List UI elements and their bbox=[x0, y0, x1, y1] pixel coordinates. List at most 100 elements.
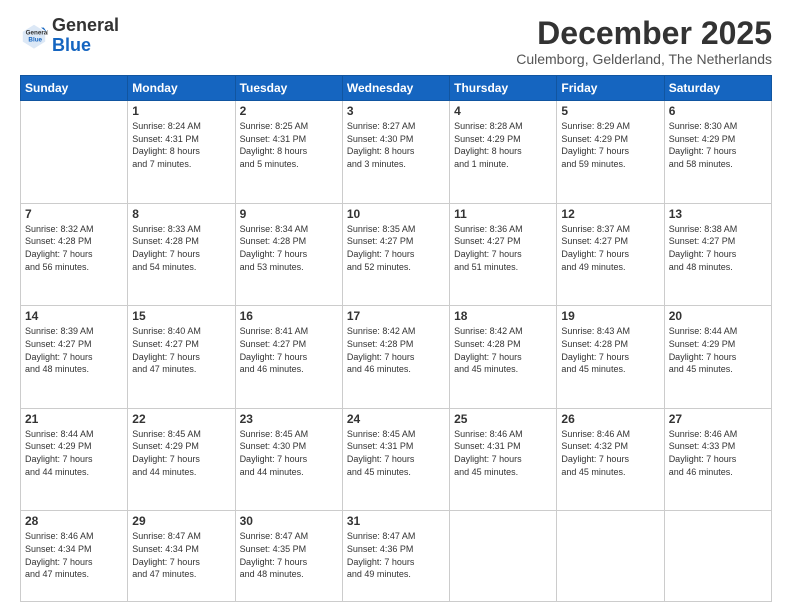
table-row: 11Sunrise: 8:36 AM Sunset: 4:27 PM Dayli… bbox=[450, 203, 557, 306]
day-number: 8 bbox=[132, 207, 230, 221]
day-info: Sunrise: 8:37 AM Sunset: 4:27 PM Dayligh… bbox=[561, 223, 659, 273]
day-info: Sunrise: 8:27 AM Sunset: 4:30 PM Dayligh… bbox=[347, 120, 445, 170]
table-row: 27 Sunrise: 8:46 AM Sunset: 4:33 PM Dayli… bbox=[664, 408, 771, 511]
day-number: 31 bbox=[347, 514, 445, 528]
day-number: 7 bbox=[25, 207, 123, 221]
table-row: 8 Sunrise: 8:33 AM Sunset: 4:28 PM Daylig… bbox=[128, 203, 235, 306]
day-number: 24 bbox=[347, 412, 445, 426]
calendar-table: Sunday Monday Tuesday Wednesday Thursday… bbox=[20, 75, 772, 602]
calendar-week-row: 14Sunrise: 8:39 AM Sunset: 4:27 PM Dayli… bbox=[21, 306, 772, 409]
table-row: 28Sunrise: 8:46 AM Sunset: 4:34 PM Dayli… bbox=[21, 511, 128, 602]
logo-blue-text: Blue bbox=[52, 35, 91, 55]
table-row bbox=[450, 511, 557, 602]
table-row: 6 Sunrise: 8:30 AM Sunset: 4:29 PM Daylig… bbox=[664, 101, 771, 204]
day-info: Sunrise: 8:46 AM Sunset: 4:34 PM Dayligh… bbox=[25, 530, 123, 580]
table-row bbox=[557, 511, 664, 602]
day-number: 17 bbox=[347, 309, 445, 323]
day-info: Sunrise: 8:38 AM Sunset: 4:27 PM Dayligh… bbox=[669, 223, 767, 273]
table-row: 31 Sunrise: 8:47 AM Sunset: 4:36 PM Dayli… bbox=[342, 511, 449, 602]
day-info: Sunrise: 8:42 AM Sunset: 4:28 PM Dayligh… bbox=[454, 325, 552, 375]
day-number: 9 bbox=[240, 207, 338, 221]
day-number: 6 bbox=[669, 104, 767, 118]
location-subtitle: Culemborg, Gelderland, The Netherlands bbox=[516, 51, 772, 67]
header-tuesday: Tuesday bbox=[235, 76, 342, 101]
table-row: 15Sunrise: 8:40 AM Sunset: 4:27 PM Dayli… bbox=[128, 306, 235, 409]
day-info: Sunrise: 8:30 AM Sunset: 4:29 PM Dayligh… bbox=[669, 120, 767, 170]
calendar-week-row: 21 Sunrise: 8:44 AM Sunset: 4:29 PM Dayli… bbox=[21, 408, 772, 511]
table-row: 26 Sunrise: 8:46 AM Sunset: 4:32 PM Dayli… bbox=[557, 408, 664, 511]
table-row: 2 Sunrise: 8:25 AM Sunset: 4:31 PM Daylig… bbox=[235, 101, 342, 204]
day-info: Sunrise: 8:46 AM Sunset: 4:33 PM Dayligh… bbox=[669, 428, 767, 478]
table-row: 7 Sunrise: 8:32 AM Sunset: 4:28 PM Daylig… bbox=[21, 203, 128, 306]
day-number: 23 bbox=[240, 412, 338, 426]
table-row: 29Sunrise: 8:47 AM Sunset: 4:34 PM Dayli… bbox=[128, 511, 235, 602]
table-row: 16Sunrise: 8:41 AM Sunset: 4:27 PM Dayli… bbox=[235, 306, 342, 409]
day-number: 22 bbox=[132, 412, 230, 426]
table-row: 25 Sunrise: 8:46 AM Sunset: 4:31 PM Dayli… bbox=[450, 408, 557, 511]
day-info: Sunrise: 8:25 AM Sunset: 4:31 PM Dayligh… bbox=[240, 120, 338, 170]
day-info: Sunrise: 8:40 AM Sunset: 4:27 PM Dayligh… bbox=[132, 325, 230, 375]
header-monday: Monday bbox=[128, 76, 235, 101]
day-info: Sunrise: 8:35 AM Sunset: 4:27 PM Dayligh… bbox=[347, 223, 445, 273]
day-number: 19 bbox=[561, 309, 659, 323]
title-block: December 2025 Culemborg, Gelderland, The… bbox=[516, 16, 772, 67]
table-row: 9Sunrise: 8:34 AM Sunset: 4:28 PM Daylig… bbox=[235, 203, 342, 306]
day-number: 21 bbox=[25, 412, 123, 426]
day-info: Sunrise: 8:28 AM Sunset: 4:29 PM Dayligh… bbox=[454, 120, 552, 170]
table-row: 19 Sunrise: 8:43 AM Sunset: 4:28 PM Dayli… bbox=[557, 306, 664, 409]
table-row bbox=[21, 101, 128, 204]
day-number: 27 bbox=[669, 412, 767, 426]
calendar-week-row: 7 Sunrise: 8:32 AM Sunset: 4:28 PM Daylig… bbox=[21, 203, 772, 306]
table-row: 12 Sunrise: 8:37 AM Sunset: 4:27 PM Dayli… bbox=[557, 203, 664, 306]
day-number: 30 bbox=[240, 514, 338, 528]
day-number: 26 bbox=[561, 412, 659, 426]
table-row: 24 Sunrise: 8:45 AM Sunset: 4:31 PM Dayli… bbox=[342, 408, 449, 511]
day-number: 5 bbox=[561, 104, 659, 118]
day-number: 12 bbox=[561, 207, 659, 221]
day-info: Sunrise: 8:47 AM Sunset: 4:36 PM Dayligh… bbox=[347, 530, 445, 580]
weekday-header-row: Sunday Monday Tuesday Wednesday Thursday… bbox=[21, 76, 772, 101]
day-info: Sunrise: 8:41 AM Sunset: 4:27 PM Dayligh… bbox=[240, 325, 338, 375]
day-info: Sunrise: 8:42 AM Sunset: 4:28 PM Dayligh… bbox=[347, 325, 445, 375]
table-row: 21 Sunrise: 8:44 AM Sunset: 4:29 PM Dayli… bbox=[21, 408, 128, 511]
table-row: 30 Sunrise: 8:47 AM Sunset: 4:35 PM Dayli… bbox=[235, 511, 342, 602]
day-info: Sunrise: 8:29 AM Sunset: 4:29 PM Dayligh… bbox=[561, 120, 659, 170]
table-row bbox=[664, 511, 771, 602]
table-row: 1Sunrise: 8:24 AM Sunset: 4:31 PM Daylig… bbox=[128, 101, 235, 204]
day-number: 13 bbox=[669, 207, 767, 221]
page: General Blue General Blue December 2025 … bbox=[0, 0, 792, 612]
day-info: Sunrise: 8:45 AM Sunset: 4:31 PM Dayligh… bbox=[347, 428, 445, 478]
day-number: 11 bbox=[454, 207, 552, 221]
day-info: Sunrise: 8:44 AM Sunset: 4:29 PM Dayligh… bbox=[25, 428, 123, 478]
table-row: 14Sunrise: 8:39 AM Sunset: 4:27 PM Dayli… bbox=[21, 306, 128, 409]
day-info: Sunrise: 8:46 AM Sunset: 4:32 PM Dayligh… bbox=[561, 428, 659, 478]
header-sunday: Sunday bbox=[21, 76, 128, 101]
day-info: Sunrise: 8:45 AM Sunset: 4:29 PM Dayligh… bbox=[132, 428, 230, 478]
day-number: 3 bbox=[347, 104, 445, 118]
logo-general-text: General bbox=[52, 15, 119, 35]
day-info: Sunrise: 8:47 AM Sunset: 4:34 PM Dayligh… bbox=[132, 530, 230, 580]
day-number: 25 bbox=[454, 412, 552, 426]
day-info: Sunrise: 8:33 AM Sunset: 4:28 PM Dayligh… bbox=[132, 223, 230, 273]
day-info: Sunrise: 8:43 AM Sunset: 4:28 PM Dayligh… bbox=[561, 325, 659, 375]
day-number: 1 bbox=[132, 104, 230, 118]
day-info: Sunrise: 8:44 AM Sunset: 4:29 PM Dayligh… bbox=[669, 325, 767, 375]
table-row: 10Sunrise: 8:35 AM Sunset: 4:27 PM Dayli… bbox=[342, 203, 449, 306]
table-row: 5 Sunrise: 8:29 AM Sunset: 4:29 PM Daylig… bbox=[557, 101, 664, 204]
table-row: 23Sunrise: 8:45 AM Sunset: 4:30 PM Dayli… bbox=[235, 408, 342, 511]
table-row: 13 Sunrise: 8:38 AM Sunset: 4:27 PM Dayli… bbox=[664, 203, 771, 306]
table-row: 3 Sunrise: 8:27 AM Sunset: 4:30 PM Daylig… bbox=[342, 101, 449, 204]
day-number: 14 bbox=[25, 309, 123, 323]
table-row: 22 Sunrise: 8:45 AM Sunset: 4:29 PM Dayli… bbox=[128, 408, 235, 511]
table-row: 4 Sunrise: 8:28 AM Sunset: 4:29 PM Daylig… bbox=[450, 101, 557, 204]
logo-icon: General Blue bbox=[20, 22, 48, 50]
header: General Blue General Blue December 2025 … bbox=[20, 16, 772, 67]
day-number: 4 bbox=[454, 104, 552, 118]
header-wednesday: Wednesday bbox=[342, 76, 449, 101]
svg-text:General: General bbox=[26, 29, 48, 36]
day-info: Sunrise: 8:46 AM Sunset: 4:31 PM Dayligh… bbox=[454, 428, 552, 478]
day-info: Sunrise: 8:47 AM Sunset: 4:35 PM Dayligh… bbox=[240, 530, 338, 580]
calendar-week-row: 28Sunrise: 8:46 AM Sunset: 4:34 PM Dayli… bbox=[21, 511, 772, 602]
day-number: 2 bbox=[240, 104, 338, 118]
day-info: Sunrise: 8:32 AM Sunset: 4:28 PM Dayligh… bbox=[25, 223, 123, 273]
